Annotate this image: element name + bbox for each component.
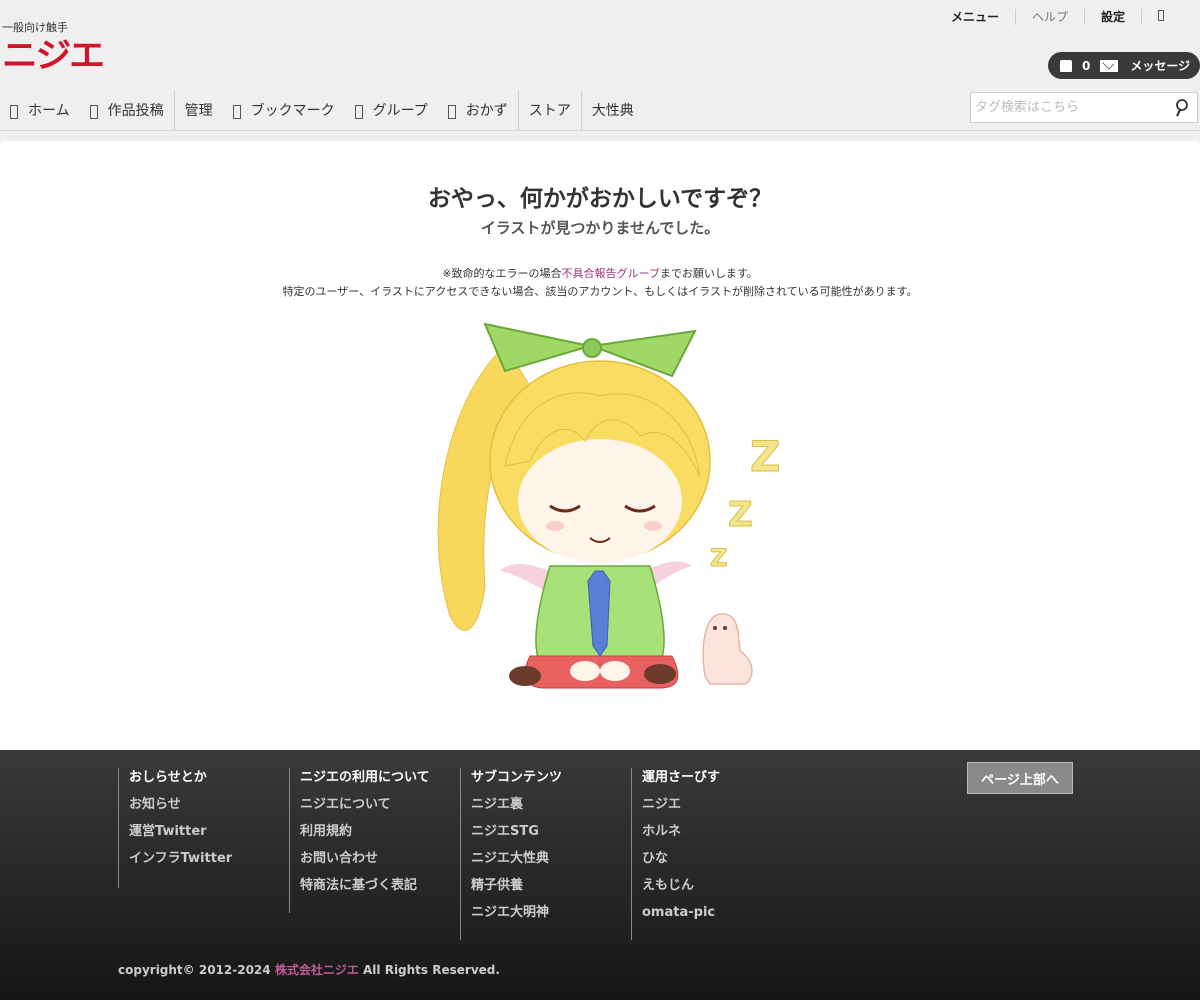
nav-home-label: ホーム bbox=[28, 103, 70, 119]
site-header: 一般向け触手 ニジエ メニュー ヘルプ 設定 0 メッセージ ホーム 作品投稿 … bbox=[0, 0, 1200, 131]
footer-link[interactable]: ニジエについて bbox=[300, 795, 430, 822]
copyright-prefix: copyright© 2012-2024 bbox=[118, 963, 275, 977]
logo-tagline: 一般向け触手 bbox=[2, 21, 68, 34]
footer-link[interactable]: ニジエ裏 bbox=[471, 795, 562, 822]
copyright-suffix: All Rights Reserved. bbox=[358, 963, 500, 977]
copyright: copyright© 2012-2024 株式会社ニジエ All Rights … bbox=[118, 961, 500, 978]
footer-col-news: おしらせとか お知らせ 運営Twitter インフラTwitter bbox=[118, 768, 232, 888]
footer-heading-services: 運用さーびす bbox=[642, 770, 721, 785]
footer-col-about: ニジエの利用について ニジエについて 利用規約 お問い合わせ 特商法に基づく表記 bbox=[289, 768, 430, 913]
nav-store-label: ストア bbox=[528, 103, 571, 119]
error-title: おやっ、何かがおかしいですぞ？ bbox=[427, 186, 773, 212]
nav-group-label: グループ bbox=[372, 103, 428, 119]
nav-store[interactable]: ストア bbox=[517, 90, 581, 130]
footer-col-services: 運用さーびす ニジエ ホルネ ひな えもじん omata-pic bbox=[631, 768, 720, 940]
back-to-top-button[interactable]: ページ上部へ bbox=[967, 762, 1073, 794]
footer-heading-subcontents: サブコンテンツ bbox=[471, 770, 563, 785]
footer-link[interactable]: ニジエ大性典 bbox=[471, 849, 562, 876]
error-note-line1: ※致命的なエラーの場合不具合報告グループまでお願いします。 bbox=[0, 265, 1200, 283]
footer-link[interactable]: 運営Twitter bbox=[129, 822, 232, 849]
nav-post[interactable]: 作品投稿 bbox=[80, 90, 174, 130]
svg-text:Z: Z bbox=[750, 432, 780, 481]
nav-post-label: 作品投稿 bbox=[107, 103, 164, 119]
footer-link[interactable]: 精子供養 bbox=[471, 876, 562, 903]
svg-text:Z: Z bbox=[728, 495, 753, 535]
site-footer: おしらせとか お知らせ 運営Twitter インフラTwitter ニジエの利用… bbox=[0, 750, 1200, 1000]
help-link[interactable]: ヘルプ bbox=[1014, 9, 1084, 25]
nav-manage-label: 管理 bbox=[184, 103, 213, 119]
top-menu: メニュー ヘルプ 設定 bbox=[935, 8, 1180, 26]
nav-bookmark-label: ブックマーク bbox=[250, 103, 335, 119]
footer-col-subcontents: サブコンテンツ ニジエ裏 ニジエSTG ニジエ大性典 精子供養 ニジエ大明神 bbox=[460, 768, 562, 940]
error-subtitle: イラストが見つかりませんでした。 bbox=[480, 219, 720, 237]
footer-link[interactable]: ニジエSTG bbox=[471, 822, 562, 849]
mail-icon[interactable] bbox=[1100, 59, 1119, 72]
nav-bookmark[interactable]: ブックマーク bbox=[223, 90, 345, 130]
svg-text:Z: Z bbox=[710, 544, 727, 572]
footer-link[interactable]: ニジエ大明神 bbox=[471, 903, 562, 930]
footer-link[interactable]: 特商法に基づく表記 bbox=[300, 876, 430, 903]
search-icon[interactable] bbox=[1175, 99, 1189, 117]
note-suffix: までお願いします。 bbox=[659, 267, 758, 280]
nav-dictionary-label: 大性典 bbox=[591, 103, 634, 119]
nav-okazu-label: おかず bbox=[465, 103, 508, 119]
settings-extra-icon[interactable] bbox=[1141, 9, 1180, 25]
footer-link[interactable]: ニジエ bbox=[642, 795, 720, 822]
settings-link[interactable]: 設定 bbox=[1083, 9, 1141, 25]
tag-search-input[interactable] bbox=[971, 100, 1161, 115]
message-label[interactable]: メッセージ bbox=[1130, 57, 1190, 74]
nav-home[interactable]: ホーム bbox=[0, 90, 80, 130]
group-icon bbox=[354, 105, 363, 119]
footer-link[interactable]: ホルネ bbox=[642, 822, 720, 849]
footer-link[interactable]: omata-pic bbox=[642, 903, 720, 930]
tag-search-box bbox=[970, 92, 1198, 123]
company-link[interactable]: 株式会社ニジエ bbox=[275, 963, 359, 977]
error-panel: おやっ、何かがおかしいですぞ？ イラストが見つかりませんでした。 ※致命的なエラ… bbox=[0, 141, 1200, 750]
nav-dictionary[interactable]: 大性典 bbox=[580, 90, 644, 130]
footer-link[interactable]: 利用規約 bbox=[300, 822, 430, 849]
message-bar[interactable]: 0 メッセージ bbox=[1048, 52, 1200, 79]
footer-heading-news: おしらせとか bbox=[129, 770, 207, 785]
bookmark-icon bbox=[232, 105, 241, 119]
sleeping-mascot-illustration: Z Z Z bbox=[437, 322, 781, 689]
nav-group[interactable]: グループ bbox=[345, 90, 438, 130]
error-note: ※致命的なエラーの場合不具合報告グループまでお願いします。 特定のユーザー、イラ… bbox=[0, 265, 1200, 301]
footer-link[interactable]: お問い合わせ bbox=[300, 849, 430, 876]
error-note-line2: 特定のユーザー、イラストにアクセスできない場合、該当のアカウント、もしくはイラス… bbox=[282, 285, 918, 298]
menu-link[interactable]: メニュー bbox=[935, 9, 1015, 25]
footer-link[interactable]: お知らせ bbox=[129, 795, 232, 822]
main-nav: ホーム 作品投稿 管理 ブックマーク グループ おかず ストア 大性典 bbox=[0, 90, 644, 130]
bug-report-group-link[interactable]: 不具合報告グループ bbox=[561, 267, 659, 280]
footer-link[interactable]: ひな bbox=[642, 849, 720, 876]
footer-link[interactable]: インフラTwitter bbox=[129, 849, 232, 876]
okazu-icon bbox=[447, 105, 456, 119]
home-icon bbox=[10, 105, 18, 119]
logo-text: ニジエ bbox=[2, 36, 105, 76]
nav-okazu[interactable]: おかず bbox=[438, 90, 518, 130]
note-prefix: ※致命的なエラーの場合 bbox=[442, 267, 562, 280]
cart-icon[interactable] bbox=[1060, 59, 1072, 72]
cart-count: 0 bbox=[1082, 58, 1091, 73]
nav-manage[interactable]: 管理 bbox=[173, 90, 223, 130]
site-logo[interactable]: ニジエ bbox=[2, 38, 112, 74]
post-icon bbox=[89, 105, 98, 119]
footer-heading-about: ニジエの利用について bbox=[300, 770, 430, 785]
footer-link[interactable]: えもじん bbox=[642, 876, 720, 903]
